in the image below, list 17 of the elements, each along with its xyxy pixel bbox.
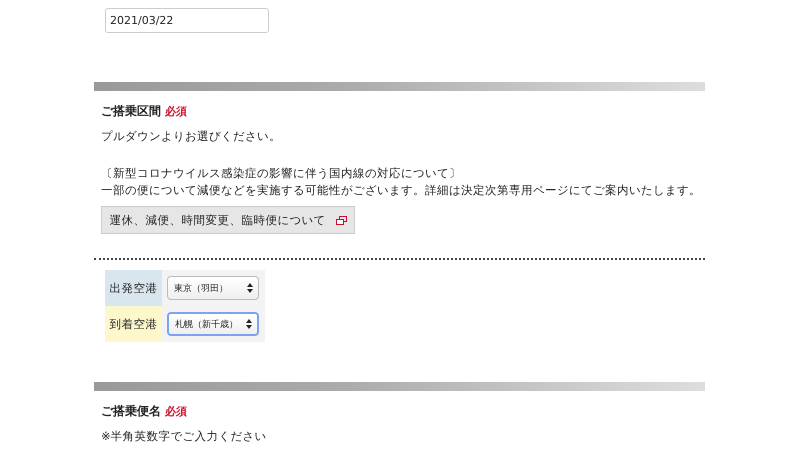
required-label: 必須	[165, 104, 187, 119]
external-link-icon	[336, 216, 346, 224]
schedule-link-button[interactable]: 運休、減便、時間変更、臨時便について	[101, 206, 355, 234]
instruction-text: プルダウンよりお選びください。	[101, 128, 282, 145]
notice-heading: 〔新型コロナウイルス感染症の影響に伴う国内線の対応について〕	[101, 165, 462, 182]
select-arrows-icon	[246, 319, 252, 329]
required-label: 必須	[165, 404, 187, 419]
airport-select[interactable]: 札幌（新千歳）	[167, 312, 259, 336]
select-arrows-icon	[247, 283, 253, 293]
section-title: ご搭乗便名	[101, 403, 161, 420]
section-title: ご搭乗区間	[101, 103, 161, 120]
notice-text: 一部の便について減便などを実施する可能性がございます。詳細は決定次第専用ページにてご案内いたします。	[101, 182, 702, 199]
date-field[interactable]: 2021/03/22	[105, 8, 269, 33]
airport-label: 出発空港	[105, 270, 162, 306]
airport-select[interactable]: 東京（羽田）	[167, 276, 259, 300]
instruction-text: ※半角英数字でご入力ください	[101, 428, 268, 445]
airport-label: 到着空港	[105, 306, 162, 342]
